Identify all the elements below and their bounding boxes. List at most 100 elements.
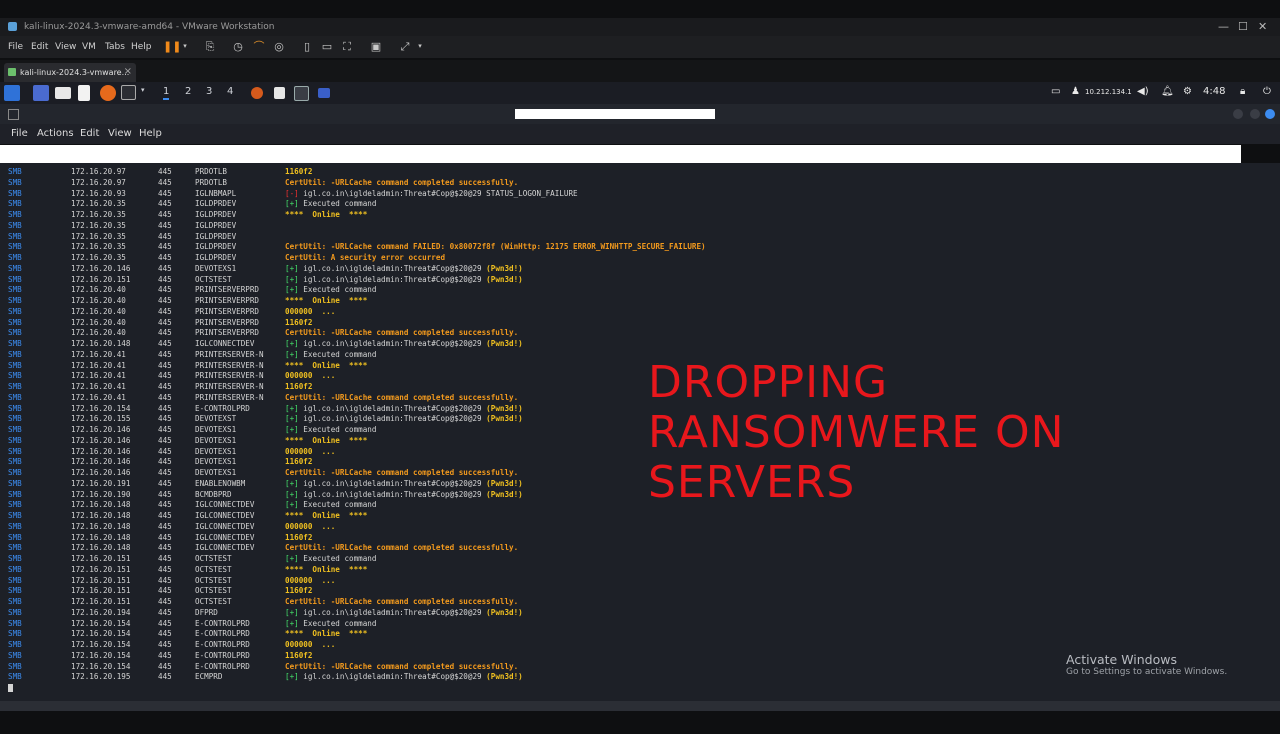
user-icon[interactable]: ♟ xyxy=(1071,86,1080,97)
terminal-line: SMB 172.16.20.146 445 DEVOTEXS1 1160f2 xyxy=(0,456,1280,467)
term-menu-help[interactable]: Help xyxy=(139,128,162,139)
protocol-label: SMB xyxy=(8,274,22,284)
overlay-line: RANSOMWERE ON xyxy=(648,407,1065,458)
maximize-icon[interactable] xyxy=(1250,109,1260,119)
vm-menu-tabs[interactable]: Tabs xyxy=(105,42,125,52)
bell-icon[interactable]: 🔔︎ xyxy=(1161,86,1174,97)
terminal-line: SMB 172.16.20.41 445 PRINTERSERVER-N 1160f2 xyxy=(0,381,1280,392)
term-menu-view[interactable]: View xyxy=(108,128,132,139)
taskbar-firefox-icon[interactable] xyxy=(251,87,263,99)
text-editor-icon[interactable] xyxy=(78,85,90,101)
result-message: CertUtil: -URLCache command completed su… xyxy=(285,467,518,478)
message-segment: (Pwn3d!) xyxy=(486,478,523,488)
workspace-3[interactable]: 3 xyxy=(206,86,212,97)
term-menu-edit[interactable]: Edit xyxy=(80,128,99,139)
screen-icon[interactable]: ▭ xyxy=(1051,86,1060,97)
result-message: [+] igl.co.in\igldeladmin:Threat#Cop@$20… xyxy=(285,607,523,618)
protocol-label: SMB xyxy=(8,199,22,209)
pause-icon[interactable]: ❚❚ xyxy=(163,40,181,53)
files-icon[interactable] xyxy=(55,87,71,99)
workspace-4[interactable]: 4 xyxy=(227,86,233,97)
close-icon[interactable] xyxy=(1265,109,1275,119)
message-segment: **** Online **** xyxy=(285,511,368,520)
send-ctrl-alt-del-icon[interactable]: ⎘ xyxy=(203,40,217,53)
target-port: 445 xyxy=(158,425,172,434)
fullscreen-icon[interactable]: ⛶ xyxy=(340,40,354,53)
volume-icon[interactable]: ◀) xyxy=(1137,86,1149,97)
workspace-2[interactable]: 2 xyxy=(185,86,191,97)
show-desktop-icon[interactable] xyxy=(33,85,49,101)
message-segment: (Pwn3d!) xyxy=(486,489,523,499)
snapshot-icon[interactable]: ◷ xyxy=(231,40,245,53)
protocol-label: SMB xyxy=(8,349,22,359)
stretch-icon[interactable]: ⤢ xyxy=(398,40,412,53)
protocol-label: SMB xyxy=(8,167,22,176)
tab-close-icon[interactable]: × xyxy=(124,66,132,77)
snapshot-manager-icon[interactable]: ◎ xyxy=(272,40,286,53)
result-message: **** Online **** xyxy=(285,564,367,575)
terminal-line: SMB 172.16.20.35 445 IGLDPRDEV xyxy=(0,231,1280,242)
minimize-icon[interactable] xyxy=(1233,109,1243,119)
protocol-label: SMB xyxy=(8,231,22,241)
protocol-label: SMB xyxy=(8,328,22,338)
message-segment: Executed command xyxy=(303,554,377,563)
terminal-line: SMB 172.16.20.93 445 IGLNBMAPL [-] igl.co.in… xyxy=(0,188,1280,199)
thumbnail-icon[interactable]: ▭ xyxy=(320,40,334,53)
result-message: 000000 ... xyxy=(285,370,335,381)
target-hostname: OCTSTEST xyxy=(195,564,232,574)
protocol-label: SMB xyxy=(8,489,22,499)
protocol-label: SMB xyxy=(8,306,22,316)
taskbar-window-icon[interactable] xyxy=(318,88,330,98)
target-hostname: OCTSTEST xyxy=(195,597,232,606)
protocol-label: SMB xyxy=(8,285,22,295)
close-icon[interactable]: ✕ xyxy=(1258,20,1267,33)
message-segment: igl.co.in\igldeladmin:Threat#Cop@$20@29 xyxy=(303,403,487,413)
protocol-label: SMB xyxy=(8,177,22,187)
console-view-icon[interactable]: ▣ xyxy=(369,40,383,53)
terminal-output[interactable]: SMB 172.16.20.97 445 PRDOTLB 1160f2 SMB 172.16… xyxy=(0,163,1280,701)
taskbar-document-icon[interactable] xyxy=(274,87,285,99)
kali-dragon-icon[interactable] xyxy=(4,85,20,101)
lock-icon[interactable]: 🔒︎ xyxy=(1240,86,1245,97)
chevron-down-icon[interactable]: ▾ xyxy=(413,40,427,53)
terminal-line: SMB 172.16.20.41 445 PRINTERSERVER-N **** On… xyxy=(0,360,1280,371)
target-ip: 172.16.20.154 xyxy=(71,403,131,413)
target-port: 445 xyxy=(158,167,172,176)
term-menu-actions[interactable]: Actions xyxy=(37,128,74,139)
terminal-icon[interactable] xyxy=(121,85,136,100)
settings-icon[interactable]: ⚙ xyxy=(1183,86,1192,97)
library-icon[interactable]: ▯ xyxy=(300,40,314,53)
vm-menu-view[interactable]: View xyxy=(55,42,76,52)
result-message: 1160f2 xyxy=(285,650,312,661)
message-segment: 000000 ... xyxy=(285,306,336,316)
minimize-icon[interactable]: — xyxy=(1218,20,1229,33)
power-icon[interactable]: ⏻ xyxy=(1263,86,1271,97)
vm-menu-file[interactable]: File xyxy=(8,42,23,52)
vm-menu-vm[interactable]: VM xyxy=(82,42,96,52)
firefox-icon[interactable] xyxy=(100,85,116,101)
vm-tab[interactable]: kali-linux-2024.3-vmware... × xyxy=(4,63,136,82)
vm-menu-help[interactable]: Help xyxy=(131,42,152,52)
terminal-line: SMB 172.16.20.154 445 E-CONTROLPRD [+] Execu… xyxy=(0,618,1280,629)
target-port: 445 xyxy=(158,629,172,639)
target-ip: 172.16.20.148 xyxy=(71,532,131,542)
term-menu-file[interactable]: File xyxy=(11,128,28,139)
target-hostname: DEVOTEXST xyxy=(195,414,237,424)
taskbar-terminal-icon[interactable] xyxy=(294,86,309,101)
target-port: 445 xyxy=(158,586,172,596)
protocol-label: SMB xyxy=(8,543,22,553)
workspace-1[interactable]: 1 xyxy=(163,86,170,100)
maximize-icon[interactable]: ☐ xyxy=(1238,20,1248,33)
revert-snapshot-icon[interactable]: ⌒ xyxy=(252,40,266,53)
message-segment: **** Online **** xyxy=(285,629,368,639)
target-port: 445 xyxy=(158,597,172,606)
chevron-down-icon[interactable]: ▾ xyxy=(178,40,192,53)
target-ip: 172.16.20.146 xyxy=(71,446,131,456)
vm-menu-edit[interactable]: Edit xyxy=(31,42,48,52)
target-port: 445 xyxy=(158,242,172,252)
message-segment: [+] xyxy=(285,489,304,499)
chevron-down-icon[interactable]: ▾ xyxy=(141,86,145,94)
protocol-label: SMB xyxy=(8,317,22,327)
terminal-line: SMB 172.16.20.41 445 PRINTERSERVER-N [+] Exe… xyxy=(0,349,1280,360)
target-ip: 172.16.20.97 xyxy=(71,167,126,176)
